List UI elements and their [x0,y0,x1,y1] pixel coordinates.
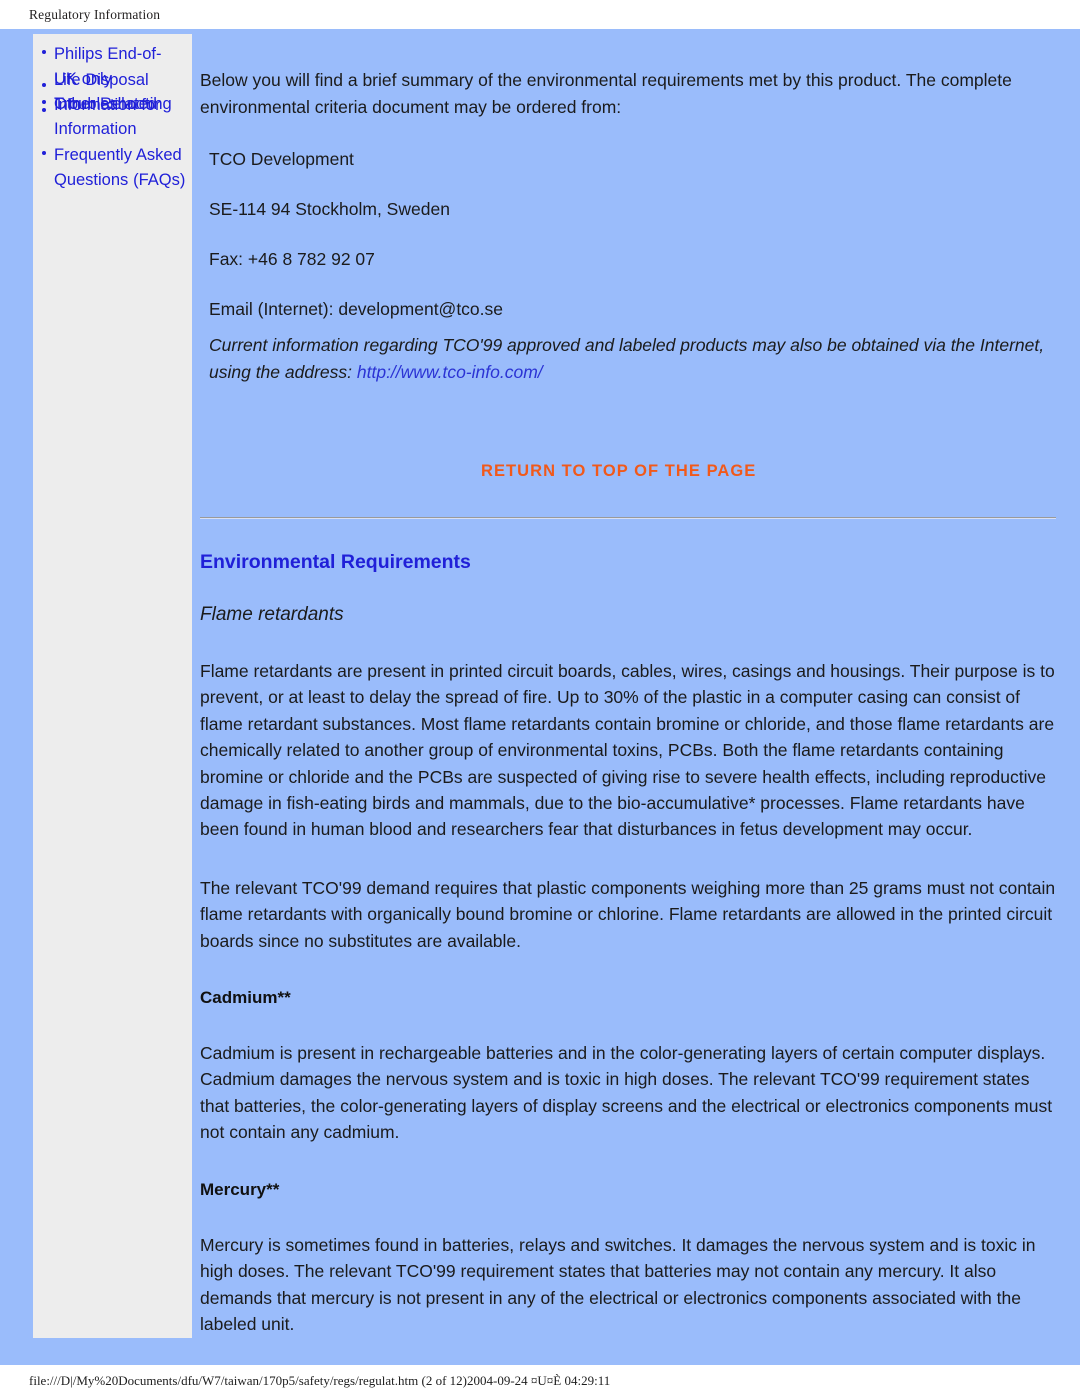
print-footer-path: file:///D|/My%20Documents/dfu/W7/taiwan/… [29,1373,611,1388]
paragraph-flame-retardants-1: Flame retardants are present in printed … [200,661,1055,840]
address-line-email: Email (Internet): development@tco.se [209,299,504,319]
sidebar-navigation-panel: Philips End-of-Life Disposal Information… [33,34,192,1338]
return-to-top-container: RETURN TO TOP OF THE PAGE [200,462,1056,481]
tco-internet-note-text: Current information regarding TCO'99 app… [209,335,1045,382]
address-line-city: SE-114 94 Stockholm, Sweden [209,199,450,219]
section-divider [200,517,1056,519]
heading-mercury: Mercury** [200,1179,280,1199]
tco-internet-note: Current information regarding TCO'99 app… [200,332,1056,386]
tco-address-block: TCO Development SE-114 94 Stockholm, Swe… [200,146,1056,322]
page-body: Philips End-of-Life Disposal Information… [0,29,1080,1390]
main-content: Below you will find a brief summary of t… [200,29,1056,1391]
sidebar-item-label[interactable]: Frequently Asked Questions (FAQs) [54,143,188,194]
print-footer: file:///D|/My%20Documents/dfu/W7/taiwan/… [0,1365,1080,1397]
sidebar-item-frequently-asked-questions[interactable]: Frequently Asked Questions (FAQs) [39,143,188,194]
sidebar-item-uk-only[interactable]: UK only [39,67,188,93]
paragraph-cadmium: Cadmium is present in rechargeable batte… [200,1043,1053,1143]
paragraph-mercury: Mercury is sometimes found in batteries,… [200,1234,1036,1334]
heading-cadmium: Cadmium** [200,988,291,1008]
tco-info-url-link[interactable]: http://www.tco-info.com/ [357,362,543,382]
bullet-icon [42,150,46,155]
intro-paragraph: Below you will find a brief summary of t… [200,70,1012,117]
sidebar-item-label[interactable]: UK only [54,67,188,93]
sidebar-item-other-related-information[interactable]: Other Related Information [39,92,188,143]
sidebar-nav-list: Philips End-of-Life Disposal Information… [39,42,188,194]
bullet-icon [42,82,46,87]
bullet-icon [42,107,46,112]
address-line-fax: Fax: +46 8 782 92 07 [209,249,375,269]
section-heading-environmental-requirements: Environmental Requirements [200,551,471,573]
paragraph-flame-retardants-2: The relevant TCO'99 demand requires that… [200,877,1056,951]
print-header-title: Regulatory Information [29,6,161,22]
subheading-flame-retardants: Flame retardants [200,604,344,625]
sidebar-item-label[interactable]: Other Related Information [54,92,188,143]
print-header: Regulatory Information [0,0,1080,29]
address-line-organization: TCO Development [209,149,354,169]
bullet-icon [42,50,46,54]
return-to-top-link[interactable]: RETURN TO TOP OF THE PAGE [481,462,756,480]
